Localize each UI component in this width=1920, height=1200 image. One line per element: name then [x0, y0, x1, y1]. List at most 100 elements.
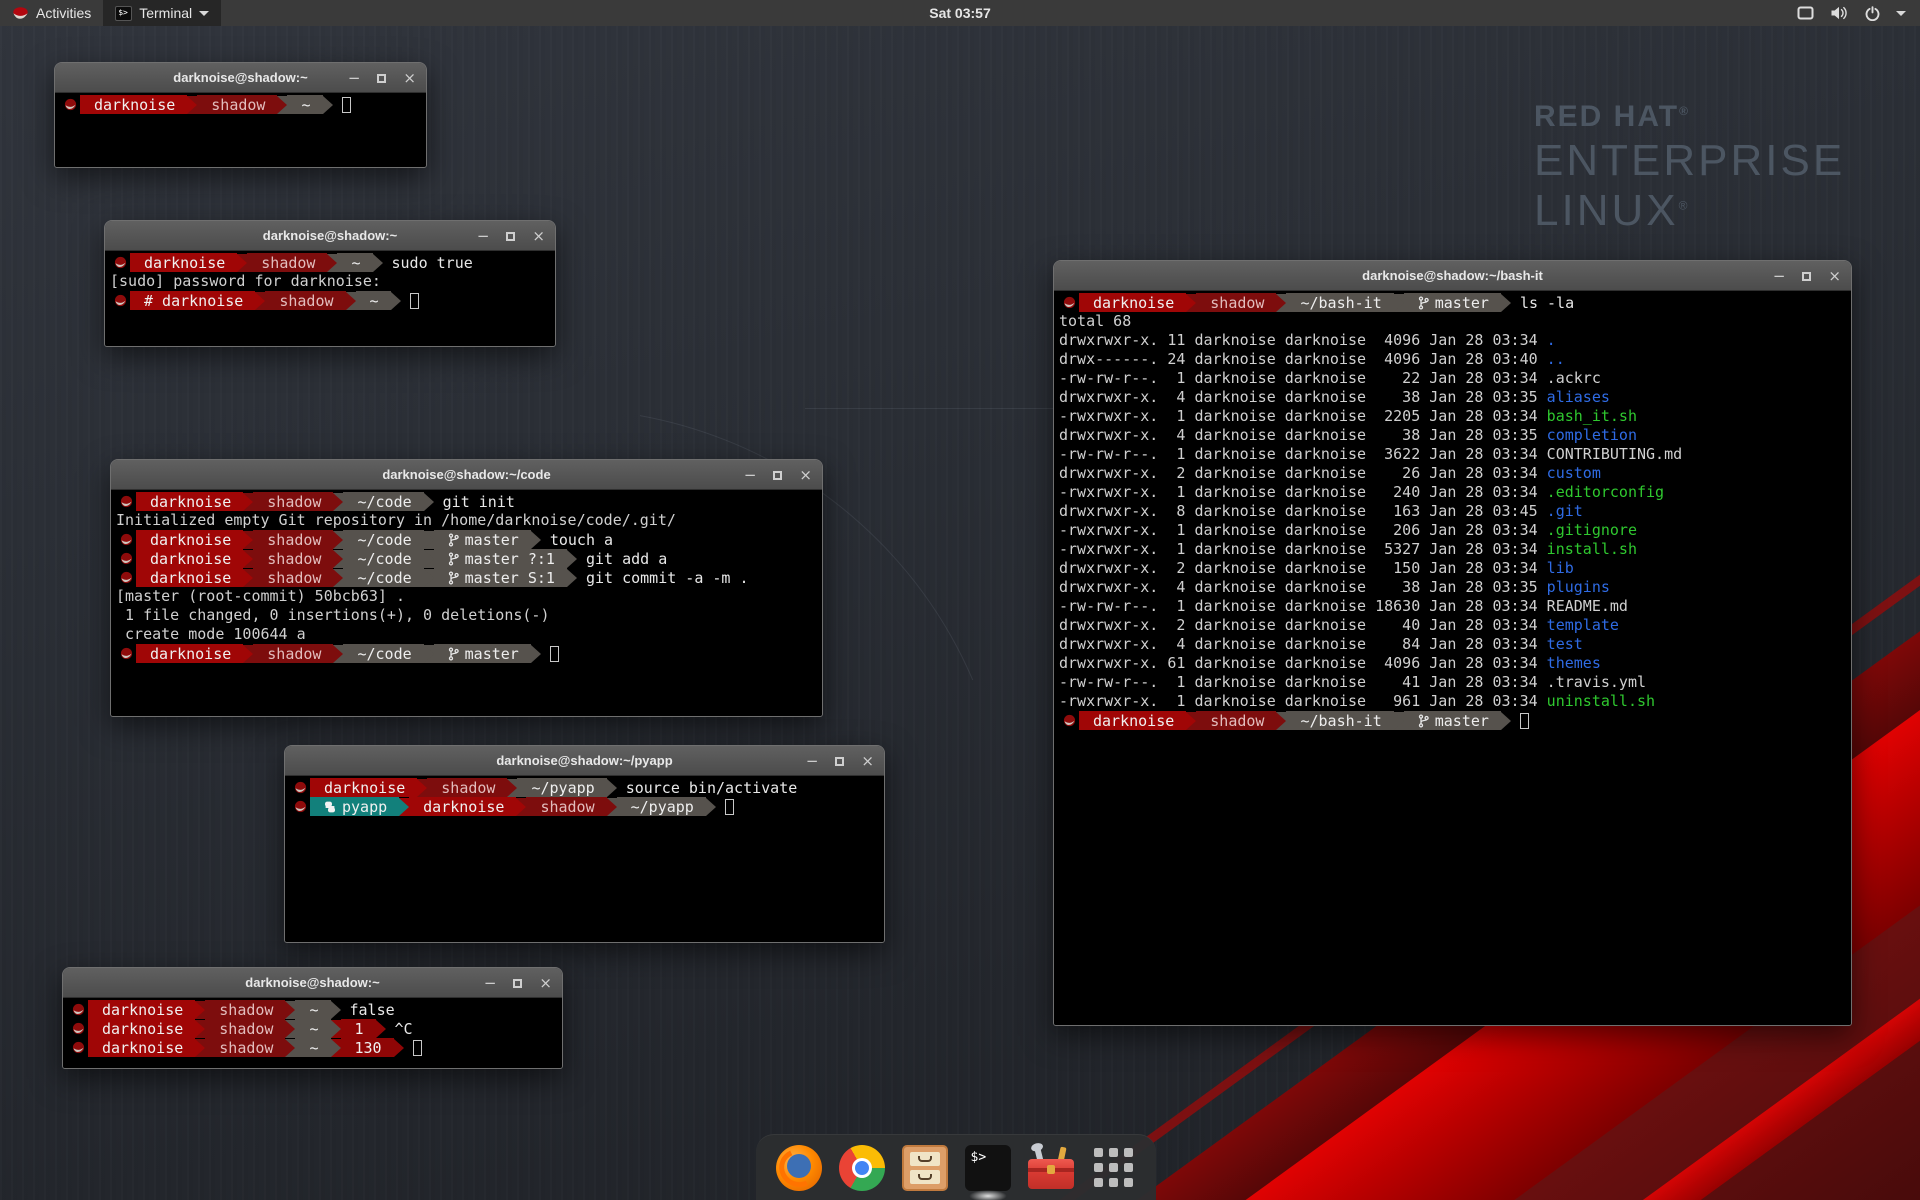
display-icon: [1797, 6, 1814, 20]
powerline-separator: [285, 1039, 295, 1057]
terminal-output-line: -rw-rw-r--. 1 darknoise darknoise 41 Jan…: [1059, 673, 1851, 692]
prompt-segment-user: darknoise: [136, 568, 243, 587]
window-titlebar[interactable]: darknoise@shadow:~ − ×: [105, 221, 555, 251]
prompt-segment-host: shadow: [526, 797, 606, 816]
prompt-segment-host: shadow: [253, 549, 333, 568]
close-button[interactable]: ×: [861, 754, 874, 769]
maximize-button[interactable]: [1802, 269, 1811, 284]
terminal-icon-glyph: $>: [971, 1150, 987, 1165]
minimize-button[interactable]: −: [806, 754, 819, 769]
terminal-content[interactable]: darknoiseshadow~: [55, 93, 426, 167]
powerline-separator: [333, 550, 343, 568]
file-attributes: drwxrwxr-x. 8 darknoise darknoise 163 Ja…: [1059, 502, 1547, 520]
prompt-segment-user: darknoise: [310, 778, 417, 797]
app-grid-icon[interactable]: [1091, 1145, 1137, 1191]
terminal-output-line: -rwxrwxr-x. 1 darknoise darknoise 2205 J…: [1059, 407, 1851, 426]
file-name: .: [1547, 331, 1556, 349]
terminal-prompt-line: darknoiseshadow~/codemastertouch a: [116, 530, 822, 549]
terminal-icon[interactable]: $>: [965, 1145, 1011, 1191]
activities-button[interactable]: Activities: [0, 0, 103, 26]
minimize-button[interactable]: −: [348, 71, 361, 86]
terminal-content[interactable]: darknoiseshadow~/pyappsource bin/activat…: [285, 776, 884, 942]
maximize-button[interactable]: [377, 71, 386, 86]
close-button[interactable]: ×: [799, 468, 812, 483]
redhat-prompt-icon: [68, 1041, 88, 1054]
command-text: false: [350, 1001, 395, 1019]
system-status-area[interactable]: [1783, 0, 1920, 26]
window-title: darknoise@shadow:~: [173, 70, 307, 85]
brand-line2: ENTERPRISE: [1534, 136, 1845, 186]
redhat-prompt-icon: [116, 571, 136, 584]
command-text: touch a: [550, 531, 613, 549]
prompt-segment-user: # darknoise: [130, 291, 255, 310]
powerline-separator: [331, 1001, 341, 1019]
close-button[interactable]: ×: [539, 976, 552, 991]
prompt-segment-host: shadow: [197, 95, 277, 114]
maximize-button[interactable]: [835, 754, 844, 769]
maximize-icon: [513, 979, 522, 988]
terminal-prompt-line: pyappdarknoiseshadow~/pyapp: [290, 797, 884, 816]
chrome-icon[interactable]: [839, 1145, 885, 1191]
terminal-prompt-line: darknoiseshadow~/pyappsource bin/activat…: [290, 778, 884, 797]
maximize-button[interactable]: [506, 229, 515, 244]
close-button[interactable]: ×: [532, 229, 545, 244]
clock[interactable]: Sat 03:57: [0, 5, 1920, 21]
git-branch-icon: [448, 533, 459, 547]
toolbox-icon[interactable]: [1028, 1145, 1074, 1191]
maximize-button[interactable]: [513, 976, 522, 991]
terminal-content[interactable]: darknoiseshadow~falsedarknoiseshadow~1^C…: [63, 998, 562, 1068]
redhat-prompt-icon: [68, 1003, 88, 1016]
prompt-segment-branch: master: [1404, 711, 1501, 730]
powerline-separator: [255, 292, 265, 310]
terminal-cursor: [413, 1040, 422, 1056]
prompt-segment-path: ~/bash-it: [1286, 293, 1393, 312]
firefox-icon[interactable]: [776, 1145, 822, 1191]
file-attributes: -rw-rw-r--. 1 darknoise darknoise 22 Jan…: [1059, 369, 1547, 387]
window-titlebar[interactable]: darknoise@shadow:~ − ×: [63, 968, 562, 998]
window-title: darknoise@shadow:~: [245, 975, 379, 990]
prompt-segment-venv: pyapp: [310, 797, 399, 816]
file-attributes: drwxrwxr-x. 61 darknoise darknoise 4096 …: [1059, 654, 1547, 672]
powerline-separator: [333, 493, 343, 511]
prompt-segment-path: ~: [287, 95, 322, 114]
minimize-button[interactable]: −: [1773, 269, 1786, 284]
file-name: .travis.yml: [1547, 673, 1646, 691]
command-text: ls -la: [1520, 294, 1574, 312]
redhat-prompt-icon: [68, 1022, 88, 1035]
files-icon[interactable]: [902, 1145, 948, 1191]
powerline-separator: [424, 531, 434, 549]
redhat-prompt-icon: [116, 495, 136, 508]
terminal-content[interactable]: darknoiseshadow~/codegit initInitialized…: [111, 490, 822, 716]
terminal-content[interactable]: darknoiseshadow~sudo true[sudo] password…: [105, 251, 555, 346]
window-titlebar[interactable]: darknoise@shadow:~/bash-it − ×: [1054, 261, 1851, 291]
minimize-button[interactable]: −: [484, 976, 497, 991]
command-text: git add a: [586, 550, 667, 568]
git-branch-icon: [448, 552, 459, 566]
terminal-output-line: Initialized empty Git repository in /hom…: [116, 511, 822, 530]
close-button[interactable]: ×: [1828, 269, 1841, 284]
minimize-button[interactable]: −: [477, 229, 490, 244]
window-titlebar[interactable]: darknoise@shadow:~/code − ×: [111, 460, 822, 490]
terminal-output-line: drwxrwxr-x. 4 darknoise darknoise 84 Jan…: [1059, 635, 1851, 654]
window-title: darknoise@shadow:~/pyapp: [496, 753, 672, 768]
prompt-segment-exit: 1: [341, 1019, 376, 1038]
powerline-separator: [237, 254, 247, 272]
terminal-app-icon: $>: [115, 6, 132, 21]
terminal-output-line: drwxrwxr-x. 2 darknoise darknoise 26 Jan…: [1059, 464, 1851, 483]
terminal-output-line: -rwxrwxr-x. 1 darknoise darknoise 240 Ja…: [1059, 483, 1851, 502]
file-name: .gitignore: [1547, 521, 1637, 539]
focused-app-label: Terminal: [139, 5, 192, 21]
powerline-separator: [243, 645, 253, 663]
terminal-output-line: drwxrwxr-x. 8 darknoise darknoise 163 Ja…: [1059, 502, 1851, 521]
prompt-segment-user: darknoise: [409, 797, 516, 816]
powerline-separator: [607, 779, 617, 797]
powerline-separator: [285, 1020, 295, 1038]
minimize-button[interactable]: −: [744, 468, 757, 483]
window-titlebar[interactable]: darknoise@shadow:~/pyapp − ×: [285, 746, 884, 776]
terminal-output-line: drwxrwxr-x. 61 darknoise darknoise 4096 …: [1059, 654, 1851, 673]
window-titlebar[interactable]: darknoise@shadow:~ − ×: [55, 63, 426, 93]
focused-app-menu[interactable]: $> Terminal: [103, 0, 221, 26]
maximize-button[interactable]: [773, 468, 782, 483]
close-button[interactable]: ×: [403, 71, 416, 86]
terminal-content[interactable]: darknoiseshadow~/bash-itmasterls -latota…: [1054, 291, 1851, 1025]
